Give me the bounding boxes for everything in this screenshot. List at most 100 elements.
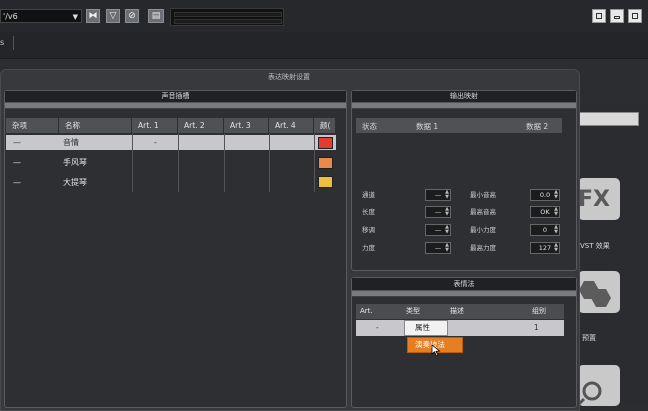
field-label: 移调 [362, 226, 375, 234]
column-divider [224, 134, 225, 192]
column-divider [269, 134, 270, 192]
meter-bar-top [174, 12, 282, 17]
col-art4[interactable]: Art. 4 [269, 118, 314, 133]
meter-bar-bottom [174, 19, 282, 24]
max-pitch-stepper[interactable]: OK ▲ ▼ [530, 206, 560, 218]
filter-icon[interactable]: ▽ [106, 9, 120, 23]
stepper-value: — [434, 226, 442, 234]
maximize-icon[interactable] [628, 9, 642, 23]
output-mapping-title: 输出映射 [352, 91, 576, 103]
vst-effects-label: VST 效果 [580, 242, 610, 250]
field-label: 通道 [362, 191, 375, 199]
velocity-stepper[interactable]: — ▲ ▼ [425, 242, 451, 254]
right-sidebar [579, 105, 648, 406]
col-description[interactable]: 描述 [446, 304, 526, 319]
fx-icon-text: FX [578, 187, 610, 212]
stepper-arrows-icon[interactable]: ▲ ▼ [445, 225, 449, 235]
col-art2[interactable]: Art. 2 [178, 118, 224, 133]
type-dropdown-option[interactable]: 属性 [404, 320, 448, 336]
stepper-arrows-icon[interactable]: ▲ ▼ [445, 190, 449, 200]
stepper-value: 127 [538, 244, 552, 252]
stepper-value: OK [540, 208, 550, 216]
row-group[interactable]: 1 [534, 320, 539, 336]
articulations-panel: 表情法 [351, 277, 577, 408]
col-misc[interactable]: 杂项 [6, 118, 59, 133]
min-pitch-stepper[interactable]: 0.0 ▲ ▼ [530, 189, 560, 201]
stepper-arrows-icon[interactable]: ▲ ▼ [445, 207, 449, 217]
stepper-arrows-icon[interactable]: ▲ ▼ [554, 207, 558, 217]
level-meter [170, 8, 284, 26]
chevron-down-icon[interactable]: ▼ [73, 10, 78, 24]
presets-icon[interactable] [578, 271, 620, 313]
col-type[interactable]: 类型 [402, 304, 446, 319]
stepper-arrows-icon[interactable]: ▲ ▼ [554, 243, 558, 253]
stepper-arrows-icon[interactable]: ▲ ▼ [554, 190, 558, 200]
magnifier-icon [578, 381, 602, 406]
table-row[interactable]: — 音情 - [6, 135, 336, 150]
stepper-arrows-icon[interactable]: ▲ ▼ [445, 243, 449, 253]
field-label: 力度 [362, 244, 375, 252]
track-select[interactable]: '/v6 ▼ [0, 9, 82, 23]
col-art1[interactable]: Art. 1 [132, 118, 178, 133]
field-label: 最小音高 [470, 191, 496, 199]
transpose-stepper[interactable]: — ▲ ▼ [425, 224, 451, 236]
color-swatch[interactable] [318, 176, 333, 188]
row-name[interactable]: 大提琴 [63, 175, 87, 190]
dialog-title: 表达映射设置 [268, 73, 310, 81]
sidebar-search-input[interactable] [579, 112, 639, 126]
stepper-value: — [434, 191, 442, 199]
table-row[interactable]: — 大提琴 [6, 175, 336, 190]
table-row[interactable]: - 1 [356, 320, 564, 336]
row-art1[interactable]: - [154, 135, 157, 150]
track-select-value: '/v6 [3, 12, 18, 21]
mouse-cursor-icon [431, 344, 441, 357]
stepper-arrows-icon[interactable]: ▲ ▼ [554, 225, 558, 235]
stepper-value: 0 [542, 226, 548, 234]
media-search-icon[interactable] [578, 365, 620, 406]
row-art[interactable]: - [376, 320, 379, 336]
row-misc: — [13, 158, 21, 167]
restore-icon[interactable] [592, 9, 606, 23]
output-mapping-toolbar [352, 103, 576, 109]
field-label: 最高音高 [470, 208, 496, 216]
output-mapping-header: 状态 数据 1 数据 2 [356, 118, 562, 133]
color-swatch[interactable] [318, 137, 333, 149]
field-label: 最高力度 [470, 244, 496, 252]
squash-icon[interactable]: ⧓ [86, 9, 100, 23]
col-color[interactable]: 颜( [314, 118, 336, 133]
sound-slots-title: 声音插槽 [5, 91, 346, 103]
secondary-toolbar-label: s [0, 38, 5, 47]
field-label: 长度 [362, 208, 375, 216]
column-divider [132, 134, 133, 192]
articulations-toolbar [352, 291, 576, 297]
col-data2[interactable]: 数据 2 [526, 121, 548, 132]
minimize-icon[interactable] [610, 9, 624, 23]
length-stepper[interactable]: — ▲ ▼ [425, 206, 451, 218]
max-velocity-stepper[interactable]: 127 ▲ ▼ [530, 242, 560, 254]
row-misc: — [13, 138, 21, 147]
row-name[interactable]: 音情 [63, 135, 79, 150]
min-velocity-stepper[interactable]: 0 ▲ ▼ [530, 224, 560, 236]
channel-stepper[interactable]: — ▲ ▼ [425, 189, 451, 201]
articulations-title: 表情法 [352, 278, 576, 291]
toolbar-divider [13, 36, 14, 50]
col-art3[interactable]: Art. 3 [224, 118, 269, 133]
stepper-value: — [434, 244, 442, 252]
keyboard-icon[interactable]: ▤ [148, 9, 164, 23]
col-group[interactable]: 组别 [526, 304, 564, 319]
row-name[interactable]: 手风琴 [63, 155, 87, 170]
circle-slash-icon[interactable]: ⊘ [125, 9, 139, 23]
col-data1[interactable]: 数据 1 [416, 121, 438, 132]
col-name[interactable]: 名称 [59, 118, 132, 133]
color-swatch[interactable] [318, 157, 333, 169]
col-art[interactable]: Art. [356, 304, 402, 319]
table-row[interactable]: — 手风琴 [6, 155, 336, 170]
column-divider [314, 134, 315, 192]
col-status[interactable]: 状态 [362, 121, 377, 132]
field-label: 最小力度 [470, 226, 496, 234]
secondary-toolbar [0, 32, 648, 59]
hexagon-icon [579, 281, 611, 307]
column-divider [178, 134, 179, 192]
sound-slots-toolbar [5, 103, 346, 109]
vst-effects-icon[interactable]: FX [578, 178, 620, 220]
